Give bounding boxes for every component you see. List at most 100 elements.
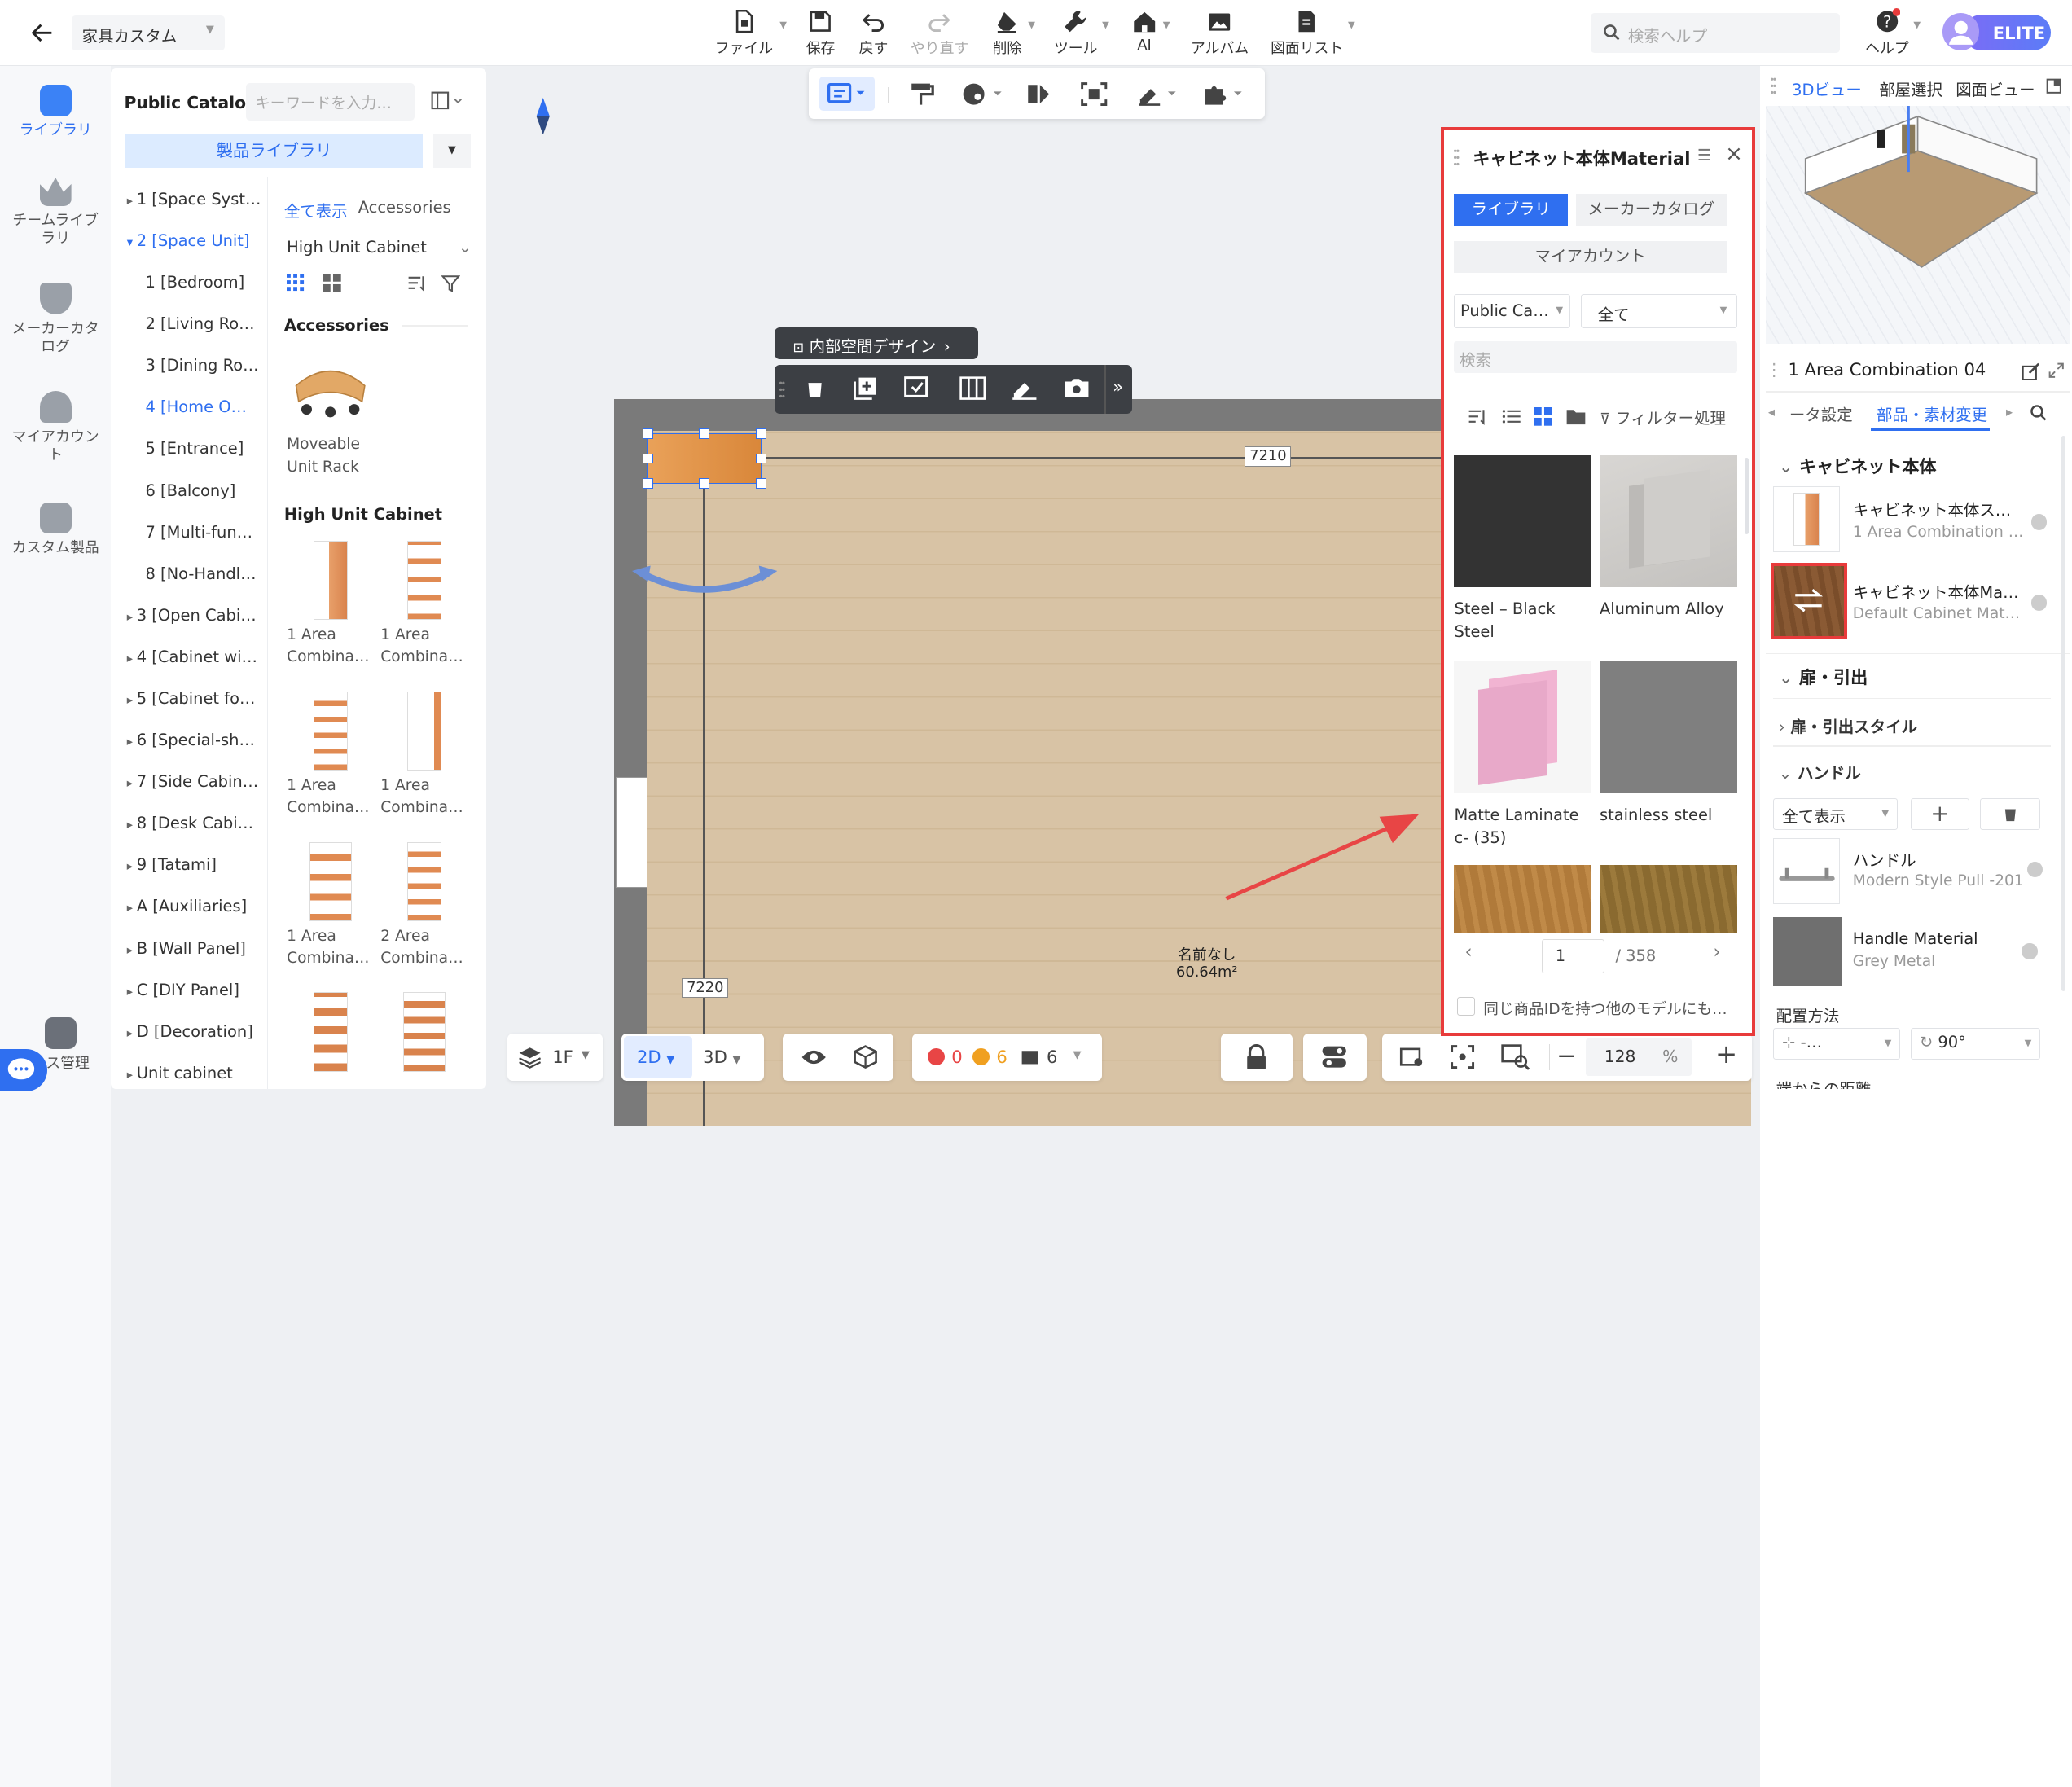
rail-team-library[interactable]: チームライブラリ xyxy=(0,174,111,248)
section-cabinet-body[interactable]: ⌄ キャビネット本体 xyxy=(1779,454,1937,478)
camera-icon[interactable] xyxy=(1062,376,1091,400)
help-button[interactable]: ? ヘルプ xyxy=(1860,7,1913,61)
caret-right-icon[interactable]: ▸ xyxy=(127,610,137,624)
room-label[interactable]: 名前なし 60.64m² xyxy=(1176,946,1238,981)
caret-right-icon[interactable]: ▸ xyxy=(127,943,137,957)
body-item-thumbnail[interactable] xyxy=(1773,486,1840,553)
close-icon[interactable]: × xyxy=(1725,142,1743,166)
product-library-button[interactable]: 製品ライブラリ xyxy=(125,134,424,169)
product-card[interactable]: 2 Area Combina… xyxy=(380,838,468,970)
resize-handle[interactable] xyxy=(756,453,767,464)
menu-icon[interactable]: ☰ xyxy=(1697,146,1711,165)
filter-button[interactable]: ⊽ フィルター処理 xyxy=(1600,405,1726,428)
caret-right-icon[interactable]: ▸ xyxy=(127,652,137,665)
resize-handle[interactable] xyxy=(756,428,767,439)
more-icon[interactable]: » xyxy=(1113,376,1123,397)
toolbar-save[interactable]: 保存 xyxy=(798,8,843,61)
tree-item[interactable]: ▸ 3 [Open Cabi… xyxy=(111,599,266,640)
tree-item[interactable]: 8 [No-Handl… xyxy=(111,557,266,599)
chevron-down-icon[interactable]: ▼ xyxy=(1163,19,1170,30)
layout-toggle-icon[interactable] xyxy=(431,91,463,110)
material-swatch[interactable]: Steel – Black Steel xyxy=(1454,454,1592,643)
cube-icon[interactable] xyxy=(854,1045,878,1069)
handle-section[interactable]: ⌄ ハンドル xyxy=(1779,760,1861,784)
scroll-left-icon[interactable]: ◂ xyxy=(1768,404,1775,419)
tree-item[interactable]: ▸ 9 [Tatami] xyxy=(111,848,266,889)
puzzle-icon[interactable] xyxy=(1202,82,1247,106)
library-dropdown[interactable]: ▼ xyxy=(433,134,471,169)
page-input[interactable]: 1 xyxy=(1541,938,1605,973)
tree-item[interactable]: ▾ 2 [Space Unit] xyxy=(111,224,266,266)
tab-drawing-view[interactable]: 図面ビュー xyxy=(1956,77,2035,100)
folder-icon[interactable] xyxy=(1565,407,1587,426)
edit-icon[interactable] xyxy=(2022,362,2040,381)
caret-right-icon[interactable]: ▸ xyxy=(127,818,137,832)
3d-preview[interactable] xyxy=(1765,105,2070,344)
drag-handle-icon[interactable] xyxy=(779,380,785,399)
prev-page-button[interactable]: ‹ xyxy=(1464,942,1472,963)
fit-view-icon[interactable] xyxy=(1398,1045,1424,1069)
lock-button[interactable] xyxy=(1221,1033,1293,1082)
tree-item[interactable]: 4 [Home O… xyxy=(111,390,266,432)
resize-handle[interactable] xyxy=(642,428,653,439)
drag-handle-icon[interactable]: ⋮ xyxy=(1766,359,1783,380)
sort-icon[interactable] xyxy=(407,274,426,292)
caret-right-icon[interactable]: ▸ xyxy=(127,194,137,208)
catalog-select[interactable]: Public Ca… ▼ xyxy=(1454,293,1571,329)
caret-right-icon[interactable]: ▸ xyxy=(127,1068,137,1082)
grid-view-icon[interactable] xyxy=(1533,407,1552,427)
material-swatch[interactable]: Matte Laminate c- (35) xyxy=(1454,661,1592,849)
caret-right-icon[interactable]: ▸ xyxy=(127,693,137,707)
tree-item[interactable]: ▸ Unit cabinet xyxy=(111,1056,266,1098)
caret-right-icon[interactable]: ▸ xyxy=(127,901,137,915)
expand-icon[interactable] xyxy=(2048,362,2064,378)
product-card[interactable]: 1 Area Combina… xyxy=(287,537,374,669)
project-selector[interactable]: 家具カスタム ▼ xyxy=(71,15,225,50)
tree-item[interactable]: ▸ B [Wall Panel] xyxy=(111,932,266,973)
chat-button[interactable] xyxy=(0,1049,48,1092)
drag-handle-icon[interactable] xyxy=(1454,148,1460,167)
replace-icon[interactable] xyxy=(903,376,933,400)
paint-roller-icon[interactable] xyxy=(909,82,935,106)
interior-design-button[interactable]: ⊡ 内部空間デザイン › xyxy=(774,327,978,360)
help-search-input[interactable]: 検索ヘルプ xyxy=(1591,13,1840,53)
rail-custom-products[interactable]: カスタム製品 xyxy=(0,502,111,558)
info-icon[interactable] xyxy=(2030,514,2048,530)
material-swatch[interactable]: stainless steel xyxy=(1599,661,1737,827)
category-select[interactable]: High Unit Cabinet ⌄ xyxy=(287,238,474,257)
tab-3d-view[interactable]: 3Dビュー xyxy=(1792,77,1862,100)
material-swatch[interactable] xyxy=(1599,864,1737,934)
avatar[interactable] xyxy=(1942,13,1980,50)
catalog-search-input[interactable]: キーワードを入力… xyxy=(245,83,415,121)
list-view-icon[interactable] xyxy=(1502,407,1521,426)
back-button[interactable] xyxy=(19,15,66,50)
resize-handle[interactable] xyxy=(756,478,767,490)
add-handle-button[interactable]: + xyxy=(1911,797,1969,830)
chip-all[interactable]: 全て表示 xyxy=(284,198,348,222)
product-card[interactable] xyxy=(380,989,468,1076)
toolbar-ai[interactable]: AI xyxy=(1126,8,1162,61)
tree-item[interactable]: ▸ 7 [Side Cabin… xyxy=(111,765,266,806)
handle-thumbnail[interactable] xyxy=(1773,837,1840,904)
caret-right-icon[interactable]: ▸ xyxy=(127,1026,137,1040)
tree-item[interactable]: ▸ 4 [Cabinet wi… xyxy=(111,640,266,682)
filter-icon[interactable] xyxy=(441,274,460,292)
toolbar-album[interactable]: アルバム xyxy=(1189,8,1250,61)
next-page-button[interactable]: › xyxy=(1714,942,1721,963)
toolbar-file[interactable]: ファイル xyxy=(713,8,775,61)
popout-icon[interactable] xyxy=(2046,78,2061,94)
toolbar-redo[interactable]: やり直す xyxy=(906,8,972,61)
trash-icon[interactable] xyxy=(803,376,827,400)
add-copy-icon[interactable] xyxy=(854,376,877,401)
handle-material-thumbnail[interactable] xyxy=(1773,917,1842,986)
chevron-down-icon[interactable]: ▼ xyxy=(1028,19,1035,30)
tab-maker-catalog[interactable]: メーカーカタログ xyxy=(1575,193,1727,226)
caret-right-icon[interactable]: ▸ xyxy=(127,776,137,790)
tree-item[interactable]: 6 [Balcony] xyxy=(111,474,266,516)
tab-library[interactable]: ライブラリ xyxy=(1454,193,1569,226)
brush-icon[interactable] xyxy=(1136,82,1181,106)
resize-handle[interactable] xyxy=(699,478,710,490)
toolbar-tools[interactable]: ツール xyxy=(1052,8,1100,61)
chevron-down-icon[interactable]: ▼ xyxy=(1913,19,1921,30)
view-2d-button[interactable]: 2D ▼ xyxy=(623,1036,693,1078)
